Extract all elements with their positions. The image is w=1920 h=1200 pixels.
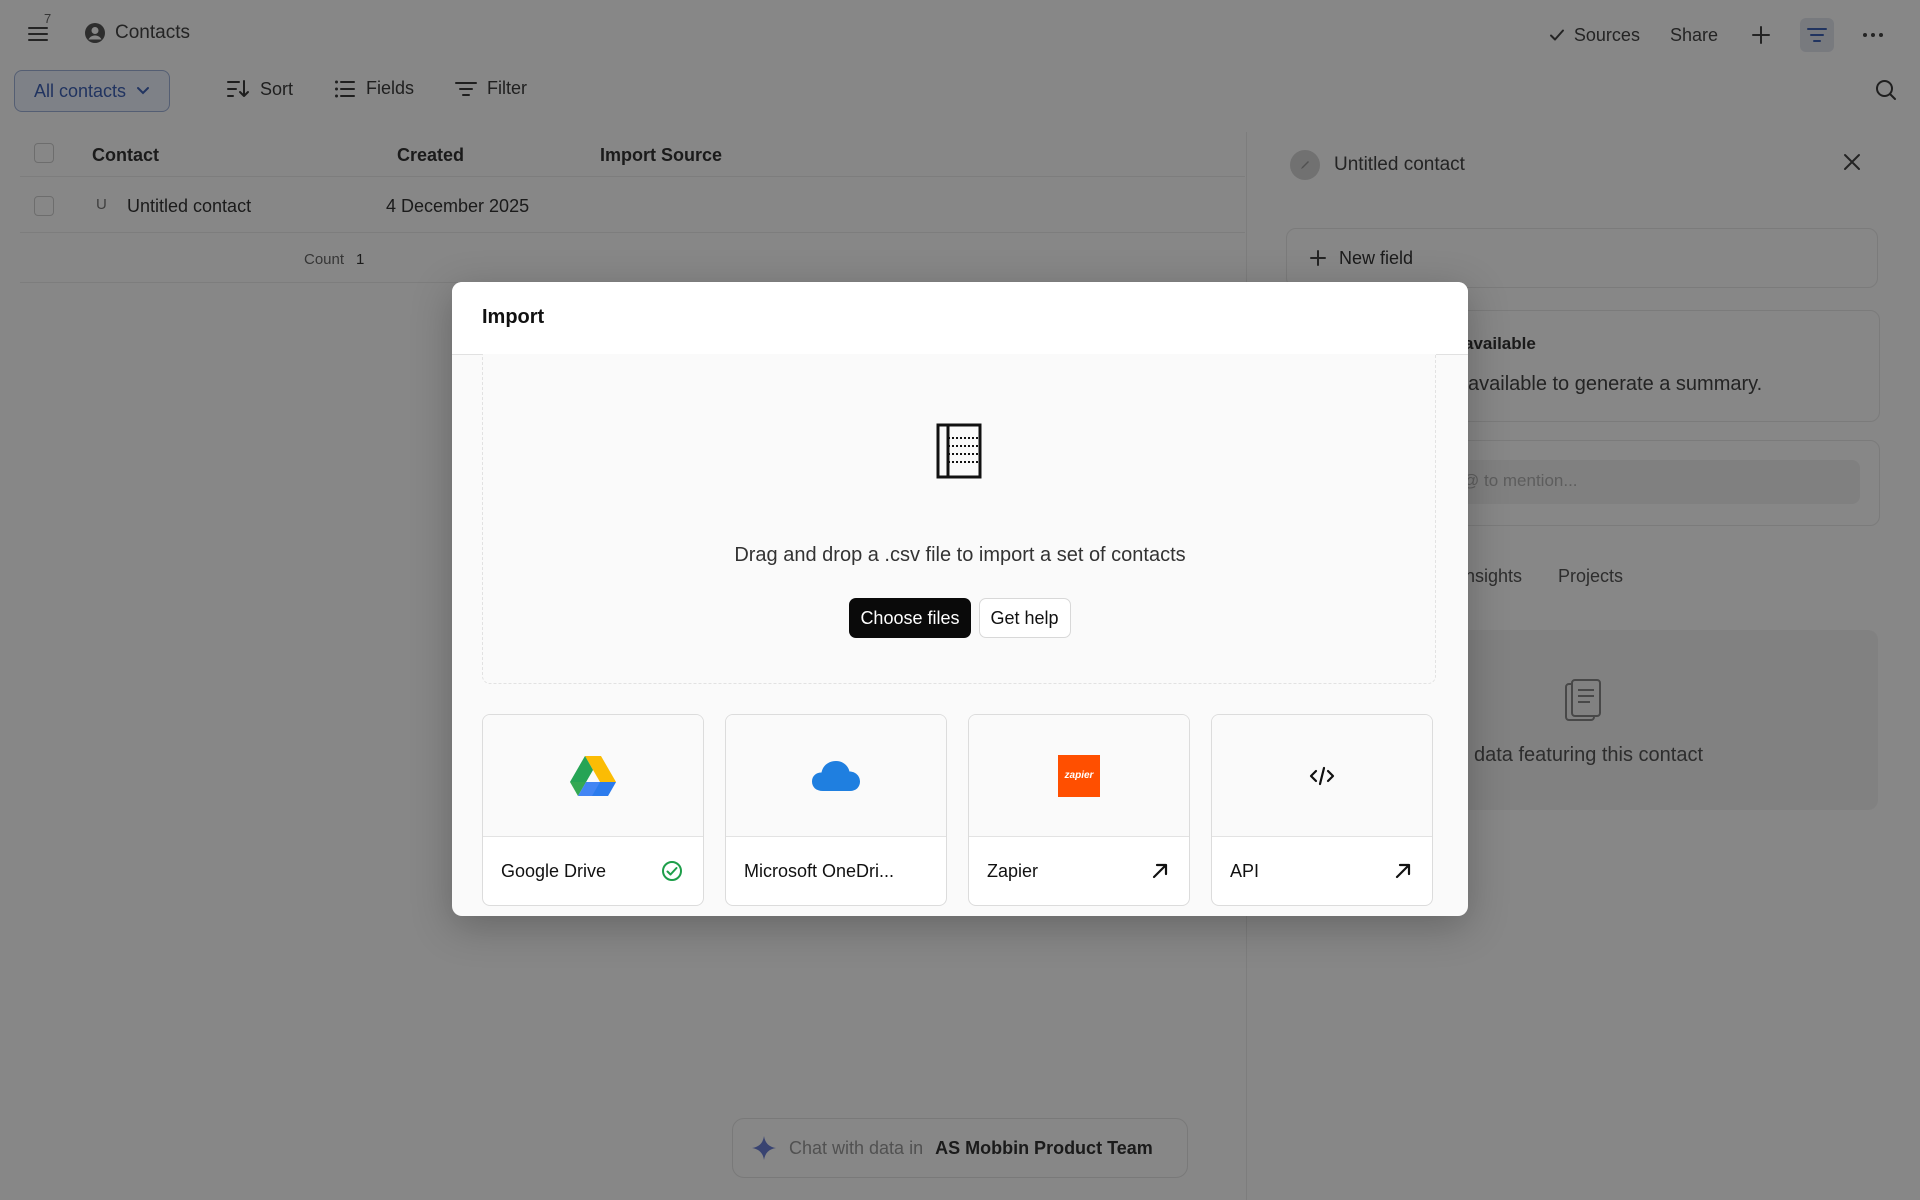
source-label: Zapier [987, 860, 1039, 881]
choose-files-button[interactable]: Choose files [849, 598, 971, 638]
source-logo-area [483, 715, 703, 837]
zapier-logo-text: zapier [1064, 770, 1094, 781]
zapier-logo: zapier [1058, 754, 1100, 797]
source-label: Google Drive [501, 860, 607, 881]
source-footer: Google Drive [483, 837, 703, 905]
get-help-button[interactable]: Get help [978, 598, 1071, 638]
source-footer: Microsoft OneDri... [726, 837, 946, 905]
dialog-header: Import [452, 282, 1468, 355]
source-logo-area [726, 715, 946, 837]
source-card-onedrive[interactable]: Microsoft OneDri... [725, 714, 947, 906]
source-label: Microsoft OneDri... [744, 860, 895, 881]
source-label: API [1230, 860, 1260, 881]
dropzone-text: Drag and drop a .csv file to import a se… [734, 544, 1186, 566]
code-icon [1309, 766, 1335, 786]
arrow-up-right-icon [1151, 862, 1169, 880]
arrow-up-right-icon [1394, 862, 1412, 880]
csv-dropzone[interactable]: Drag and drop a .csv file to import a se… [482, 354, 1436, 684]
spreadsheet-icon [935, 422, 983, 480]
source-footer: API [1212, 837, 1432, 905]
check-circle-icon [661, 860, 683, 882]
source-card-api[interactable]: API [1211, 714, 1433, 906]
source-card-zapier[interactable]: zapier Zapier [968, 714, 1190, 906]
import-dialog: Import Drag and drop a .csv file to impo… [452, 282, 1468, 916]
dialog-title: Import [482, 306, 545, 328]
import-sources: Google Drive Microsoft OneDri... zapier … [482, 714, 1436, 906]
dropzone-actions: Choose files Get help [483, 598, 1437, 638]
source-logo-area: zapier [969, 715, 1189, 837]
onedrive-logo [811, 759, 861, 793]
source-logo-area [1212, 715, 1432, 837]
source-card-google-drive[interactable]: Google Drive [482, 714, 704, 906]
google-drive-logo [569, 755, 617, 797]
source-footer: Zapier [969, 837, 1189, 905]
